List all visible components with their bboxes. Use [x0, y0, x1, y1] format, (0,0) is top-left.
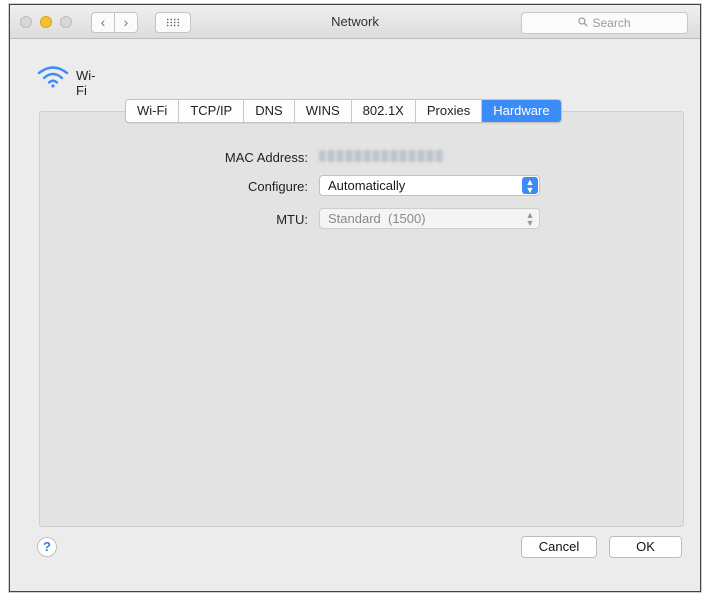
- tab-tcpip[interactable]: TCP/IP: [179, 100, 245, 122]
- tab-wins[interactable]: WINS: [295, 100, 352, 122]
- wifi-icon: [37, 66, 69, 91]
- cancel-button[interactable]: Cancel: [521, 536, 597, 558]
- title-bar: ‹ › Network Search: [10, 5, 700, 39]
- search-placeholder: Search: [592, 16, 631, 30]
- help-button[interactable]: ?: [37, 537, 57, 557]
- search-field[interactable]: Search: [521, 12, 688, 34]
- service-name: Wi-Fi: [76, 68, 96, 98]
- mac-address-label: MAC Address:: [224, 150, 308, 165]
- popup-arrows-icon: ▲ ▼: [525, 210, 535, 228]
- mac-address-value-redacted: [319, 150, 445, 162]
- tab-proxies[interactable]: Proxies: [416, 100, 483, 122]
- tab-8021x[interactable]: 802.1X: [352, 100, 416, 122]
- configure-value: Automatically: [328, 178, 406, 193]
- popup-arrows-icon: ▲ ▼: [522, 177, 538, 195]
- tab-wifi[interactable]: Wi-Fi: [126, 100, 180, 122]
- network-preferences-window: ‹ › Network Search Wi-Fi Wi-Fi TCP/IP DN…: [9, 4, 701, 592]
- tab-bar: Wi-Fi TCP/IP DNS WINS 802.1X Proxies Har…: [125, 99, 562, 123]
- tab-hardware[interactable]: Hardware: [482, 100, 561, 122]
- configure-label: Configure:: [248, 179, 308, 194]
- mtu-popup: Standard (1500) ▲ ▼: [319, 208, 540, 229]
- mtu-label: MTU:: [276, 212, 308, 227]
- configure-popup[interactable]: Automatically ▲ ▼: [319, 175, 540, 196]
- mtu-value: Standard (1500): [328, 211, 426, 226]
- ok-button[interactable]: OK: [609, 536, 682, 558]
- settings-panel: [39, 111, 684, 527]
- tab-dns[interactable]: DNS: [244, 100, 295, 122]
- search-icon: [578, 13, 588, 33]
